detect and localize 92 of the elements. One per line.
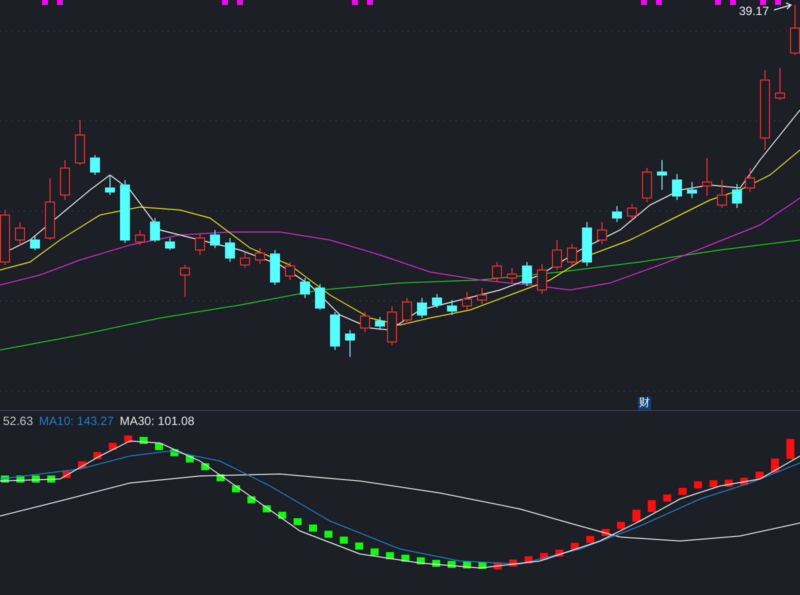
indicator-bar bbox=[93, 452, 102, 459]
candlestick bbox=[60, 160, 70, 200]
candlestick bbox=[75, 120, 85, 166]
signal-marker bbox=[775, 0, 781, 5]
indicator-bar bbox=[786, 438, 794, 459]
signal-marker bbox=[237, 0, 243, 5]
candlestick bbox=[627, 204, 637, 220]
candlestick bbox=[210, 230, 220, 248]
candlestick bbox=[375, 316, 385, 330]
indicator-bar bbox=[340, 536, 348, 544]
candlestick bbox=[150, 218, 160, 242]
candlestick bbox=[462, 292, 472, 310]
candlestick bbox=[417, 298, 427, 318]
candlestick bbox=[672, 174, 682, 200]
candlestick bbox=[552, 240, 562, 270]
indicator-bar bbox=[108, 442, 117, 450]
candlestick bbox=[717, 180, 727, 208]
candlestick bbox=[315, 284, 325, 310]
candlestick bbox=[492, 262, 502, 282]
candlestick bbox=[597, 222, 607, 244]
candlestick bbox=[225, 238, 235, 262]
candlestick bbox=[120, 180, 130, 244]
candlestick bbox=[447, 300, 457, 316]
high-price-label: 39.17 bbox=[739, 4, 770, 18]
candlestick bbox=[522, 262, 532, 286]
candlestick bbox=[270, 250, 280, 286]
signal-marker bbox=[656, 0, 662, 5]
candlestick bbox=[300, 278, 310, 298]
candlestick bbox=[45, 178, 55, 240]
indicator-legend-value: 52.63 bbox=[3, 413, 34, 430]
candlestick bbox=[255, 248, 265, 264]
candlestick bbox=[195, 234, 205, 256]
candlestick bbox=[330, 312, 340, 350]
candlestick bbox=[402, 298, 412, 324]
indicator-bar bbox=[694, 481, 702, 488]
candlestick bbox=[732, 184, 742, 208]
signal-marker bbox=[715, 0, 721, 5]
indicator-bar bbox=[678, 488, 687, 495]
candlestick bbox=[477, 288, 487, 304]
indicator-bar bbox=[756, 472, 764, 479]
indicator-bar bbox=[370, 548, 379, 556]
candlestick bbox=[135, 230, 145, 246]
signal-marker bbox=[352, 0, 358, 5]
signal-marker bbox=[730, 0, 736, 5]
indicator-bar bbox=[124, 435, 132, 442]
candlestick bbox=[30, 236, 40, 250]
signal-marker bbox=[760, 0, 766, 5]
candlestick bbox=[745, 168, 755, 192]
candlestick bbox=[657, 160, 667, 190]
candlestick bbox=[240, 252, 250, 268]
indicator-bar bbox=[570, 542, 579, 550]
indicator-legend-value: MA10: 143.27 bbox=[39, 413, 114, 430]
indicator-bar bbox=[709, 480, 718, 488]
candlestick bbox=[582, 222, 592, 266]
candlestick bbox=[105, 174, 115, 196]
indicator-bar bbox=[632, 510, 640, 522]
candlestick bbox=[165, 238, 175, 250]
candlestick bbox=[702, 158, 712, 196]
finance-marker[interactable]: 财 bbox=[638, 397, 651, 410]
signal-marker bbox=[367, 0, 373, 5]
indicator-bar bbox=[617, 522, 625, 529]
candlestick bbox=[612, 206, 622, 222]
signal-marker bbox=[42, 0, 48, 5]
candlestick bbox=[15, 222, 25, 246]
signal-marker bbox=[57, 0, 63, 5]
candlestick bbox=[432, 294, 442, 308]
indicator-bar bbox=[278, 512, 286, 519]
candlestick bbox=[90, 154, 100, 176]
indicator-bar bbox=[586, 536, 594, 543]
candlestick bbox=[345, 330, 355, 358]
indicator-bar bbox=[771, 458, 779, 472]
candlestick bbox=[567, 244, 577, 266]
candlestick bbox=[360, 312, 370, 332]
candlestick bbox=[285, 262, 295, 280]
candlestick bbox=[775, 68, 785, 100]
arrow-icon bbox=[773, 2, 793, 12]
candlestick bbox=[687, 182, 697, 198]
candlestick bbox=[387, 306, 397, 346]
indicator-bar bbox=[648, 500, 656, 512]
candlestick bbox=[507, 268, 517, 282]
candlestick bbox=[537, 264, 547, 294]
indicator-bar bbox=[294, 518, 302, 526]
candlestick bbox=[642, 168, 652, 202]
indicator-bar bbox=[309, 524, 317, 532]
signal-marker bbox=[222, 0, 228, 5]
signal-marker bbox=[641, 0, 647, 5]
indicator-bar bbox=[324, 530, 332, 538]
indicator-bar bbox=[247, 496, 256, 504]
indicator-bar bbox=[355, 542, 364, 550]
candlestick bbox=[180, 264, 190, 298]
indicator-bar bbox=[663, 494, 672, 502]
indicator-legend-value: MA30: 101.08 bbox=[120, 413, 194, 430]
